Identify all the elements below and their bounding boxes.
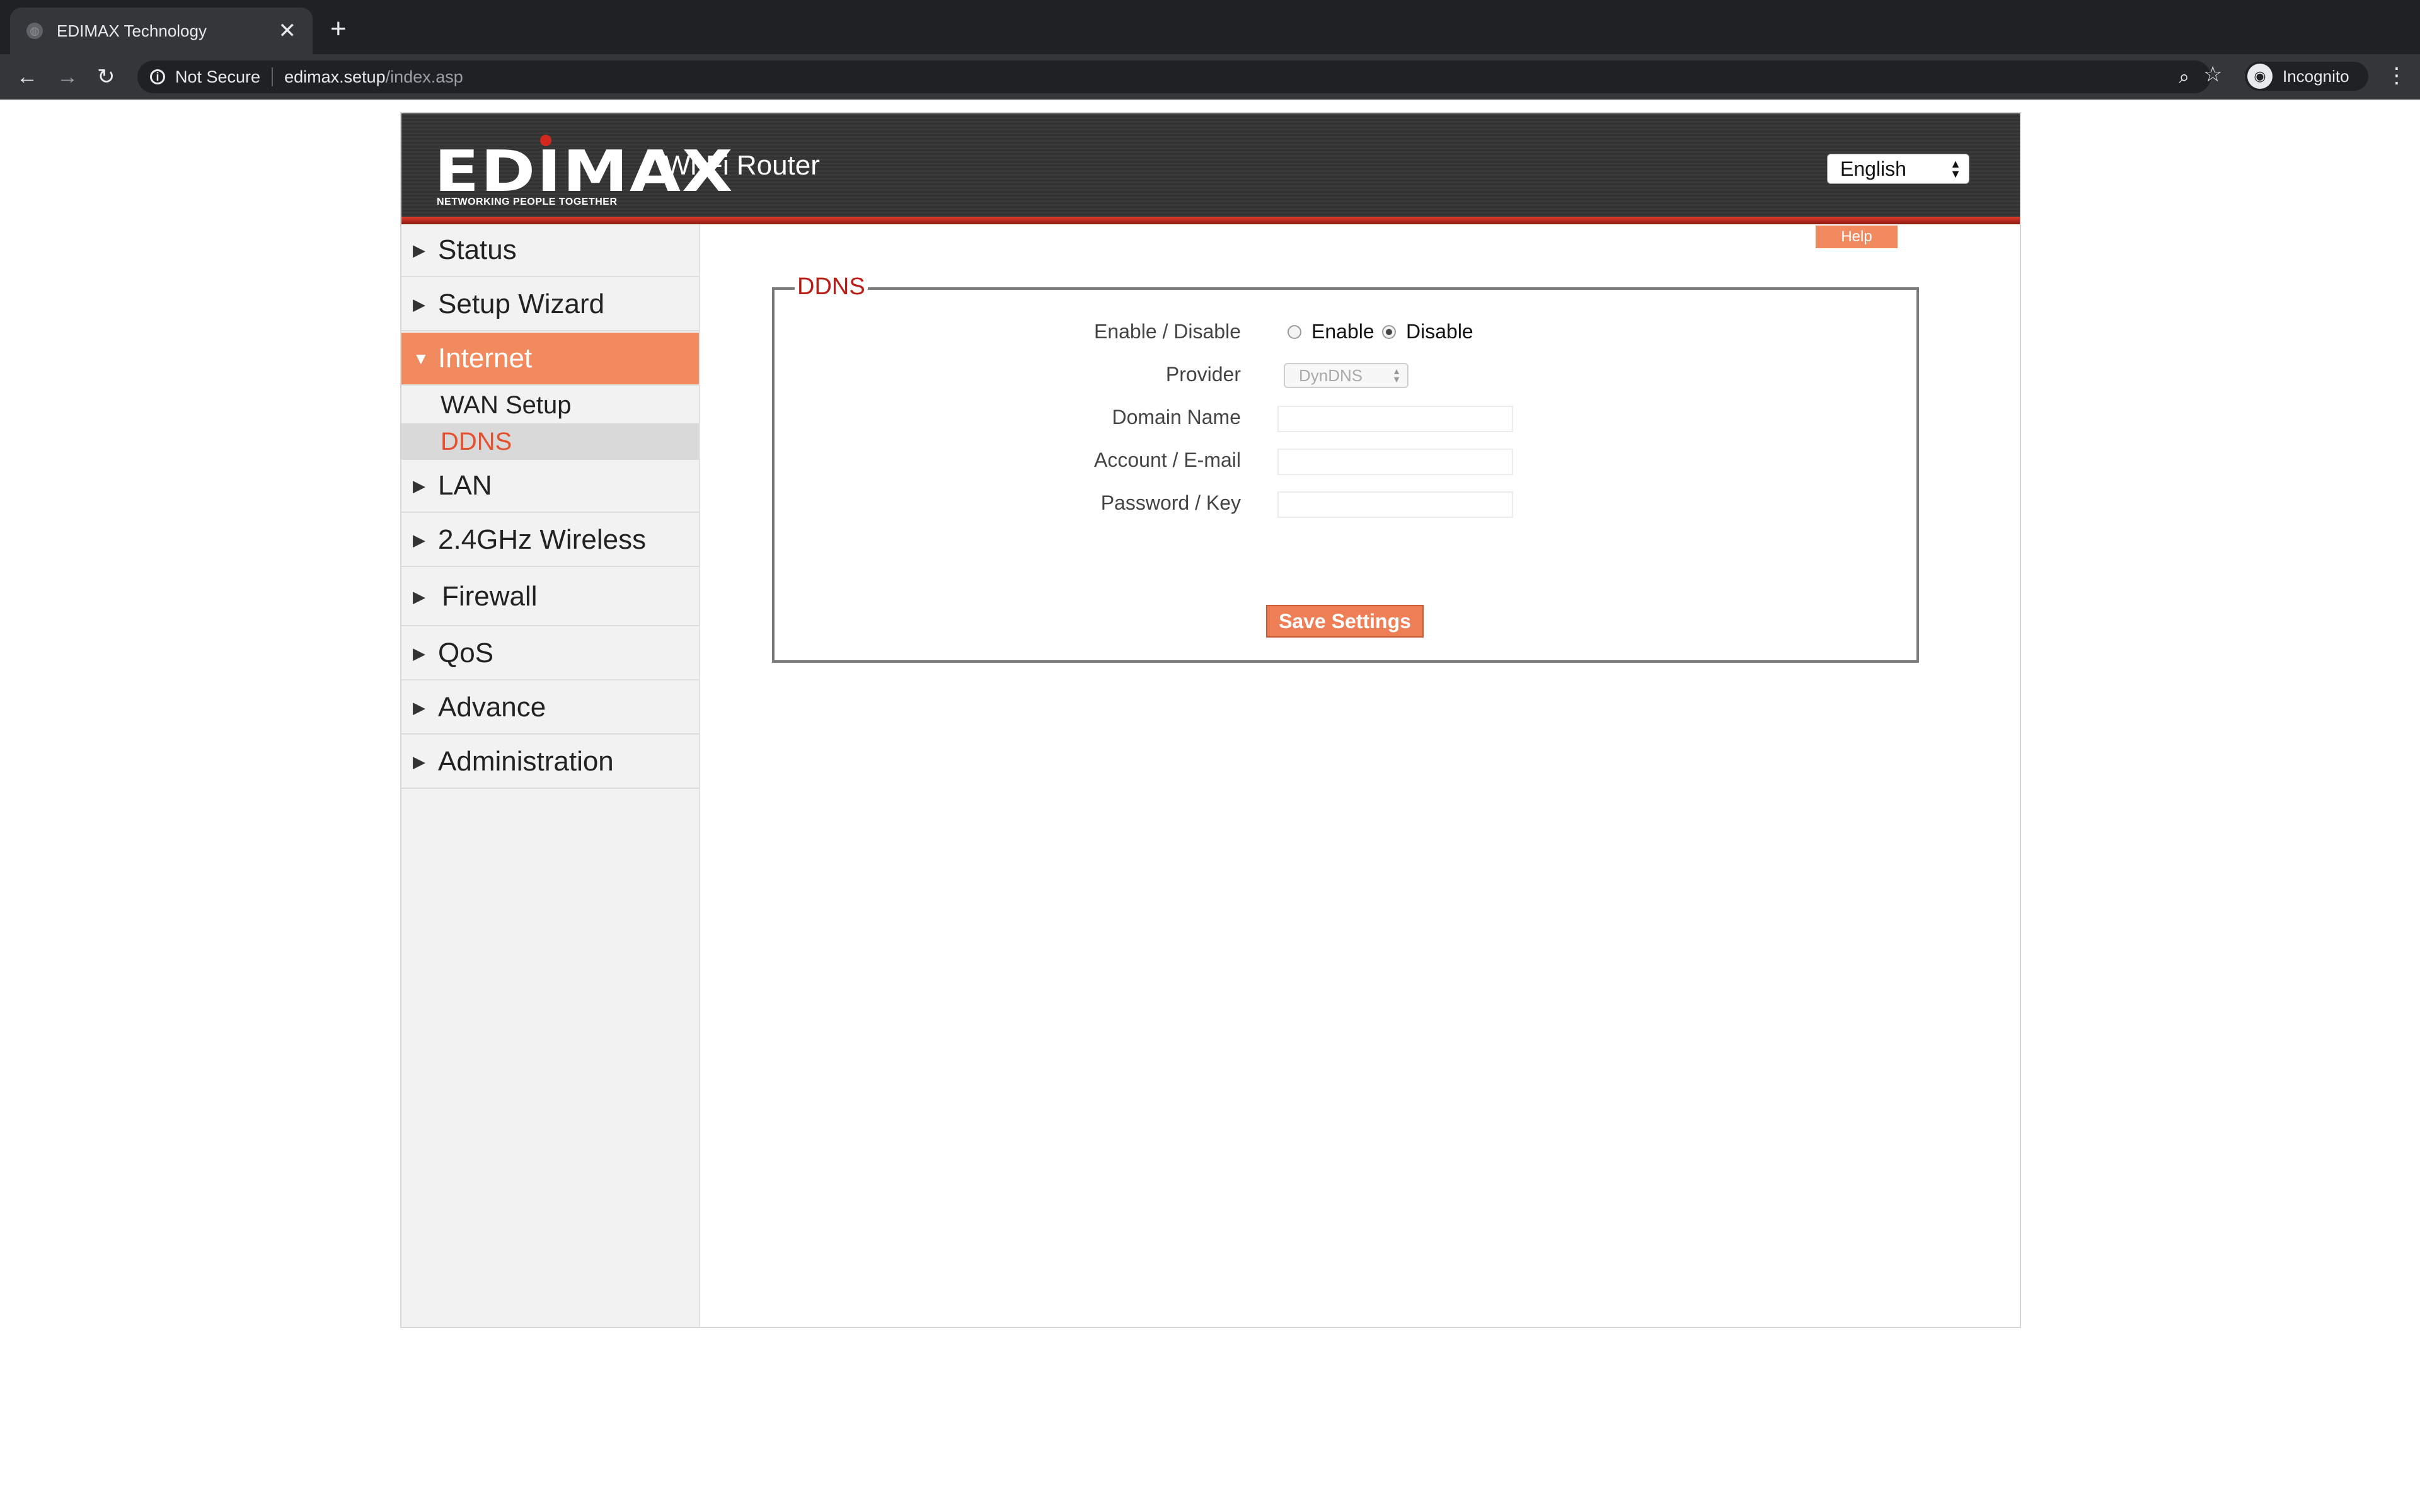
ddns-fieldset: DDNS Enable / Disable Enable Disable Pro… [772, 273, 1919, 663]
enable-radio-label[interactable]: Enable [1311, 320, 1374, 343]
sidebar-item-label: Administration [438, 746, 614, 777]
sidebar-item-lan[interactable]: ▶ LAN [401, 460, 699, 513]
select-arrows-icon: ▲ ▼ [1392, 366, 1401, 384]
browser-toolbar: ← → ↻ i Not Secure edimax.setup /index.a… [0, 54, 2420, 100]
router-page: EDIMAX NETWORKING PEOPLE TOGETHER Wi-Fi … [400, 112, 2021, 1328]
sidebar-item-label: Internet [438, 343, 533, 374]
address-bar[interactable]: i Not Secure edimax.setup /index.asp ⌕ [137, 60, 2211, 93]
sidebar-item-label: LAN [438, 470, 492, 501]
more-menu-icon[interactable]: ⋮ [2386, 63, 2407, 88]
sidebar-item-label: QoS [438, 638, 494, 668]
sidebar-subitem-ddns[interactable]: DDNS [401, 423, 699, 460]
edimax-logo: EDIMAX NETWORKING PEOPLE TOGETHER [434, 135, 733, 208]
bookmark-star-icon[interactable]: ☆ [2203, 62, 2222, 87]
triangle-right-icon: ▶ [413, 697, 425, 717]
sidebar-item-advance[interactable]: ▶ Advance [401, 682, 699, 735]
sidebar-item-label: Setup Wizard [438, 289, 605, 319]
forward-arrow-icon[interactable]: → [57, 64, 78, 89]
save-settings-button[interactable]: Save Settings [1266, 605, 1424, 638]
language-value: English [1840, 157, 1906, 180]
sidebar-item-setup-wizard[interactable]: ▶ Setup Wizard [401, 278, 699, 331]
info-icon[interactable]: i [150, 69, 165, 84]
reload-icon[interactable]: ↻ [97, 64, 115, 89]
sidebar-nav: ▶ Status ▶ Setup Wizard ▼ Internet WAN S… [401, 224, 700, 1327]
sidebar-subitem-label: DDNS [441, 427, 512, 455]
sidebar-item-label: Firewall [442, 581, 538, 612]
new-tab-icon[interactable]: + [330, 15, 347, 43]
domain-name-input[interactable] [1277, 406, 1513, 432]
sidebar-item-wireless[interactable]: ▶ 2.4GHz Wireless [401, 514, 699, 567]
security-status[interactable]: Not Secure [175, 67, 260, 87]
back-arrow-icon[interactable]: ← [16, 64, 38, 89]
enable-disable-label: Enable / Disable [1093, 320, 1241, 343]
enable-radio[interactable] [1288, 325, 1301, 339]
triangle-down-icon: ▼ [413, 348, 429, 368]
sidebar-item-administration[interactable]: ▶ Administration [401, 736, 699, 789]
sidebar-item-label: Status [438, 234, 517, 265]
language-select[interactable]: English ▲ ▼ [1827, 154, 1969, 184]
url-path[interactable]: /index.asp [386, 67, 463, 87]
provider-label: Provider [1165, 363, 1241, 386]
triangle-right-icon: ▶ [413, 294, 425, 314]
provider-value: DynDNS [1299, 365, 1363, 385]
account-email-input[interactable] [1277, 449, 1513, 475]
incognito-profile-button[interactable]: ◉ Incognito [2245, 62, 2368, 91]
close-tab-icon[interactable]: ✕ [279, 20, 297, 42]
triangle-right-icon: ▶ [413, 752, 425, 771]
logo-dot [540, 135, 551, 146]
sidebar-subitem-wan-setup[interactable]: WAN Setup [401, 387, 699, 423]
sidebar-item-status[interactable]: ▶ Status [401, 224, 699, 277]
incognito-icon: ◉ [2247, 64, 2273, 89]
disable-radio-label[interactable]: Disable [1406, 320, 1473, 343]
sidebar-item-firewall[interactable]: ▶ Firewall [401, 568, 699, 626]
header-red-stripe [401, 217, 2020, 224]
account-email-label: Account / E-mail [1094, 449, 1241, 471]
select-arrows-icon: ▲ ▼ [1950, 157, 1961, 180]
browser-tab-strip: ◍ EDIMAX Technology ✕ + [0, 0, 2420, 54]
globe-icon: ◍ [26, 23, 43, 39]
product-title: Wi-Fi Router [664, 150, 820, 181]
profile-label: Incognito [2283, 66, 2349, 86]
logo-tagline: NETWORKING PEOPLE TOGETHER [437, 197, 618, 207]
password-key-label: Password / Key [1100, 491, 1241, 514]
url-separator [272, 67, 274, 86]
zoom-icon[interactable]: ⌕ [2179, 67, 2189, 88]
domain-name-label: Domain Name [1112, 406, 1241, 428]
triangle-right-icon: ▶ [413, 643, 425, 663]
page-header: EDIMAX NETWORKING PEOPLE TOGETHER Wi-Fi … [401, 113, 2020, 224]
password-key-input[interactable] [1277, 491, 1513, 518]
triangle-right-icon: ▶ [413, 476, 425, 495]
triangle-right-icon: ▶ [413, 240, 425, 260]
help-button[interactable]: Help [1816, 226, 1898, 248]
browser-tab[interactable]: ◍ EDIMAX Technology ✕ [10, 8, 313, 54]
disable-radio[interactable] [1382, 325, 1396, 339]
url-host[interactable]: edimax.setup [284, 67, 386, 87]
triangle-right-icon: ▶ [413, 530, 425, 549]
triangle-right-icon: ▶ [413, 587, 425, 606]
sidebar-item-label: Advance [438, 692, 546, 723]
sidebar-item-internet[interactable]: ▼ Internet [401, 333, 699, 386]
sidebar-subitem-label: WAN Setup [441, 391, 572, 419]
panel-title: DDNS [795, 273, 868, 301]
sidebar-item-label: 2.4GHz Wireless [438, 524, 647, 555]
tab-title: EDIMAX Technology [57, 21, 207, 40]
provider-select[interactable]: DynDNS ▲ ▼ [1284, 363, 1409, 388]
sidebar-item-qos[interactable]: ▶ QoS [401, 627, 699, 680]
